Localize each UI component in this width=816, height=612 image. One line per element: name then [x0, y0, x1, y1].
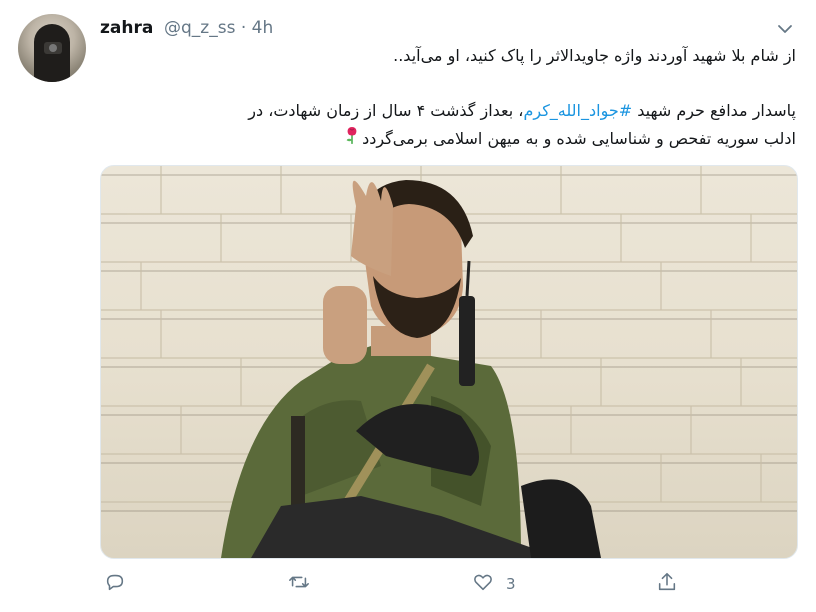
like-button[interactable]: 3 — [472, 568, 516, 600]
like-count: 3 — [506, 575, 516, 593]
tweet-header: zahra @q_z_ss · 4h — [100, 14, 796, 42]
photo-illustration — [101, 166, 797, 558]
tweet-text-segment: پاسدار مدافع حرم شهید — [632, 101, 796, 120]
tweet-text-segment: ، بعداز گذشت ۴ سال از زمان شهادت، در — [248, 101, 524, 120]
tweet-text-segment: ادلب سوریه تفحص و شناسایی شده و به میهن … — [362, 129, 796, 148]
author-handle-time[interactable]: @q_z_ss · 4h — [164, 18, 273, 38]
hashtag-link[interactable]: #جواد_الله_کرم — [523, 101, 632, 120]
retweet-icon — [288, 571, 310, 597]
tweet-text: از شام بلا شهید آوردند واژه جاویدالاثر ر… — [100, 42, 796, 154]
reply-icon — [104, 571, 126, 597]
retweet-button[interactable] — [288, 568, 310, 600]
rose-icon — [344, 125, 360, 154]
tweet-line: ادلب سوریه تفحص و شناسایی شده و به میهن … — [100, 125, 796, 154]
tweet-photo[interactable] — [100, 165, 798, 559]
share-icon — [656, 571, 678, 597]
tweet-line: از شام بلا شهید آوردند واژه جاویدالاثر ر… — [393, 46, 796, 65]
reply-button[interactable] — [104, 568, 126, 600]
tweet-actions: 3 — [100, 568, 700, 600]
chevron-down-icon[interactable] — [776, 20, 794, 38]
author-name[interactable]: zahra — [100, 18, 153, 38]
avatar[interactable] — [18, 14, 86, 82]
tweet-line: پاسدار مدافع حرم شهید #جواد_الله_کرم، بع… — [100, 97, 796, 125]
heart-icon — [472, 571, 494, 597]
share-button[interactable] — [656, 568, 678, 600]
